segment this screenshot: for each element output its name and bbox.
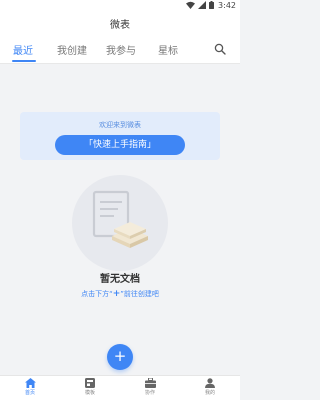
empty-hint-prefix: 点击下方“ [81,290,113,298]
status-bar: 3:42 [0,0,240,12]
welcome-text: 欢迎来到微表 [99,121,141,129]
search-icon[interactable] [214,43,226,55]
briefcase-icon [144,378,156,388]
nav-collaboration-label: 协作 [144,390,155,396]
nav-profile[interactable]: 我的 [195,378,225,400]
title-bar: 微表 [0,12,240,34]
nav-profile-label: 我的 [204,390,215,396]
status-icons [186,1,214,9]
plus-icon: + [113,347,127,365]
quick-start-guide-button[interactable]: 「快速上手指南」 [55,135,185,155]
nav-home[interactable]: 首页 [15,378,45,400]
wifi-icon [186,1,195,9]
nav-templates-label: 模板 [84,390,95,396]
nav-collaboration[interactable]: 协作 [135,378,165,400]
signal-icon [198,1,206,9]
tab-participated[interactable]: 我参与 [106,42,136,57]
empty-state-title: 暂无文档 [100,274,140,285]
empty-document-icon [92,190,148,248]
status-time: 3:42 [218,1,236,10]
bottom-nav: 首页 模板 协作 我的 [0,375,240,400]
battery-icon [209,1,214,9]
empty-hint-suffix: ”前往创建吧 [120,290,159,298]
home-icon [24,378,36,388]
nav-templates[interactable]: 模板 [75,378,105,400]
tab-recent[interactable]: 最近 [13,42,33,57]
empty-state-hint: 点击下方“+”前往创建吧 [0,289,240,299]
nav-home-label: 首页 [24,390,35,396]
active-tab-indicator [12,60,36,62]
page-title: 微表 [110,20,130,31]
tab-bar: 最近 我创建 我参与 星标 [0,34,240,64]
tab-created-by-me[interactable]: 我创建 [57,42,87,57]
welcome-banner: 欢迎来到微表 「快速上手指南」 [20,112,220,160]
person-icon [205,378,215,388]
tab-starred[interactable]: 星标 [158,42,178,57]
create-button[interactable]: + [107,344,133,370]
template-icon [85,378,95,388]
